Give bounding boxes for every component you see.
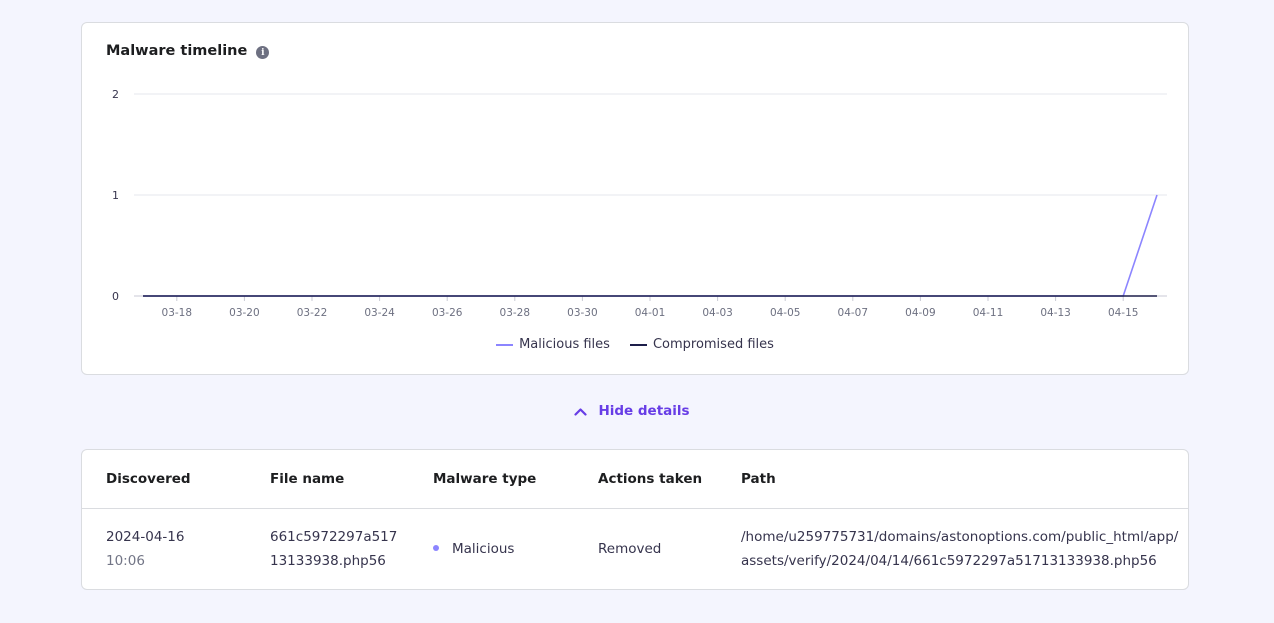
series-line-malicious-files [143,194,1158,297]
x-tick-label: 04-09 [905,307,936,319]
x-tick-label: 03-24 [364,307,395,319]
malware-timeline-chart: 0 1 2 03-18 03-20 03-22 03-24 03-26 03-28 03-30 04… [112,88,1167,319]
cell-malware-type: Malicious [433,537,514,561]
discovered-date: 2024-04-16 [106,529,185,545]
cell-actions-taken: Removed [598,541,662,557]
header-discovered: Discovered [106,471,191,487]
x-tick-label: 04-07 [838,307,869,319]
cell-path: /home/u259775731/domains/astonoptions.co… [741,525,1178,573]
legend-label-malicious: Malicious files [519,337,610,352]
malware-timeline-card: Malware timeline i 0 1 2 03-18 03-20 03-22 03-… [81,22,1189,375]
y-tick-label: 2 [112,88,119,101]
x-tick-label: 04-15 [1108,307,1139,319]
header-file-name: File name [270,471,345,487]
file-name-line-2: 13133938.php56 [270,553,386,569]
x-tick-label: 03-20 [229,307,260,319]
header-actions-taken: Actions taken [598,471,703,487]
malware-type-label: Malicious [452,541,515,557]
x-tick-label: 03-28 [500,307,531,319]
hide-details-label: Hide details [598,403,690,419]
legend-swatch-malicious [496,343,514,346]
x-tick-label: 04-05 [770,307,801,319]
x-tick-label: 04-01 [635,307,666,319]
path-line-2: assets/verify/2024/04/14/661c5972297a517… [741,553,1157,569]
cell-file-name: 661c5972297a517 13133938.php56 [270,525,397,573]
x-tick-label: 04-11 [973,307,1004,319]
y-tick-label: 1 [112,189,119,202]
path-line-1: /home/u259775731/domains/astonoptions.co… [741,529,1179,545]
status-dot [433,545,439,551]
legend-label-compromised: Compromised files [652,337,774,352]
x-tick-label: 04-03 [702,307,733,319]
chevron-up-icon [574,407,588,416]
cell-discovered: 2024-04-16 10:06 [106,525,184,573]
x-tick-label: 03-18 [162,307,193,319]
x-tick-label: 04-13 [1040,307,1071,319]
x-tick-label: 03-22 [297,307,328,319]
x-tick-label: 03-26 [432,307,463,319]
header-divider [82,508,1188,509]
chart-legend: Malicious files Compromised files [82,337,1188,352]
malware-details-table: Discovered File name Malware type Action… [81,449,1189,590]
header-path: Path [741,471,776,487]
legend-swatch-compromised [629,343,647,346]
legend-item-malicious[interactable]: Malicious files [496,337,610,352]
header-malware-type: Malware type [433,471,537,487]
x-tick-label: 03-30 [567,307,598,319]
file-name-line-1: 661c5972297a517 [270,529,398,545]
hide-details-toggle[interactable]: Hide details [0,403,1274,419]
legend-item-compromised[interactable]: Compromised files [629,337,774,352]
y-tick-label: 0 [112,290,119,303]
discovered-time: 10:06 [106,553,145,569]
